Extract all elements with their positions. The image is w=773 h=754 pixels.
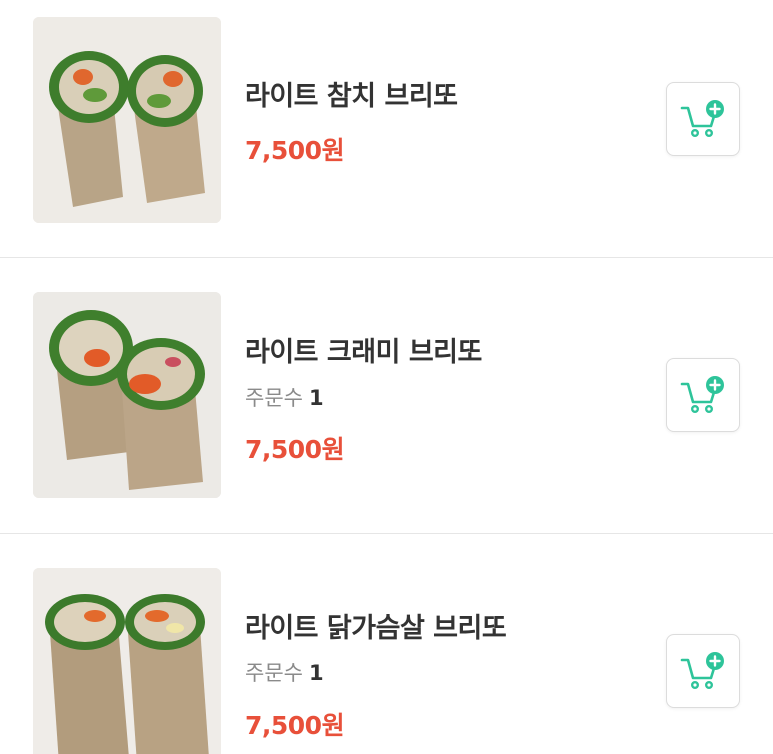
menu-list: 라이트 참치 브리또 7,500원 라이트 크래미 브리또 주문수 1 7,50… — [0, 0, 773, 754]
order-count-value: 1 — [308, 661, 324, 685]
order-count-label: 주문수 — [245, 661, 303, 685]
cart-add-icon — [680, 376, 724, 414]
burrito-photo — [33, 292, 221, 498]
menu-item[interactable]: 라이트 닭가슴살 브리또 주문수 1 7,500원 — [0, 534, 773, 754]
product-name[interactable]: 라이트 닭가슴살 브리또 — [245, 606, 507, 645]
menu-item[interactable]: 라이트 참치 브리또 7,500원 — [0, 0, 773, 257]
menu-item[interactable]: 라이트 크래미 브리또 주문수 1 7,500원 — [0, 258, 773, 533]
burrito-photo — [33, 568, 221, 754]
cart-add-icon — [680, 652, 724, 690]
order-count-value: 1 — [308, 386, 324, 410]
product-price: 7,500원 — [245, 435, 345, 464]
add-to-cart-button[interactable] — [666, 358, 740, 432]
product-name[interactable]: 라이트 크래미 브리또 — [245, 330, 482, 369]
product-image[interactable] — [33, 17, 221, 223]
burrito-photo — [33, 17, 221, 223]
order-count: 주문수 1 — [245, 382, 324, 412]
order-count: 주문수 1 — [245, 657, 324, 687]
order-count-label: 주문수 — [245, 386, 303, 410]
cart-add-icon — [680, 100, 724, 138]
add-to-cart-button[interactable] — [666, 634, 740, 708]
product-name[interactable]: 라이트 참치 브리또 — [245, 74, 458, 113]
product-image[interactable] — [33, 568, 221, 754]
add-to-cart-button[interactable] — [666, 82, 740, 156]
product-price: 7,500원 — [245, 711, 345, 740]
product-image[interactable] — [33, 292, 221, 498]
product-price: 7,500원 — [245, 136, 345, 165]
